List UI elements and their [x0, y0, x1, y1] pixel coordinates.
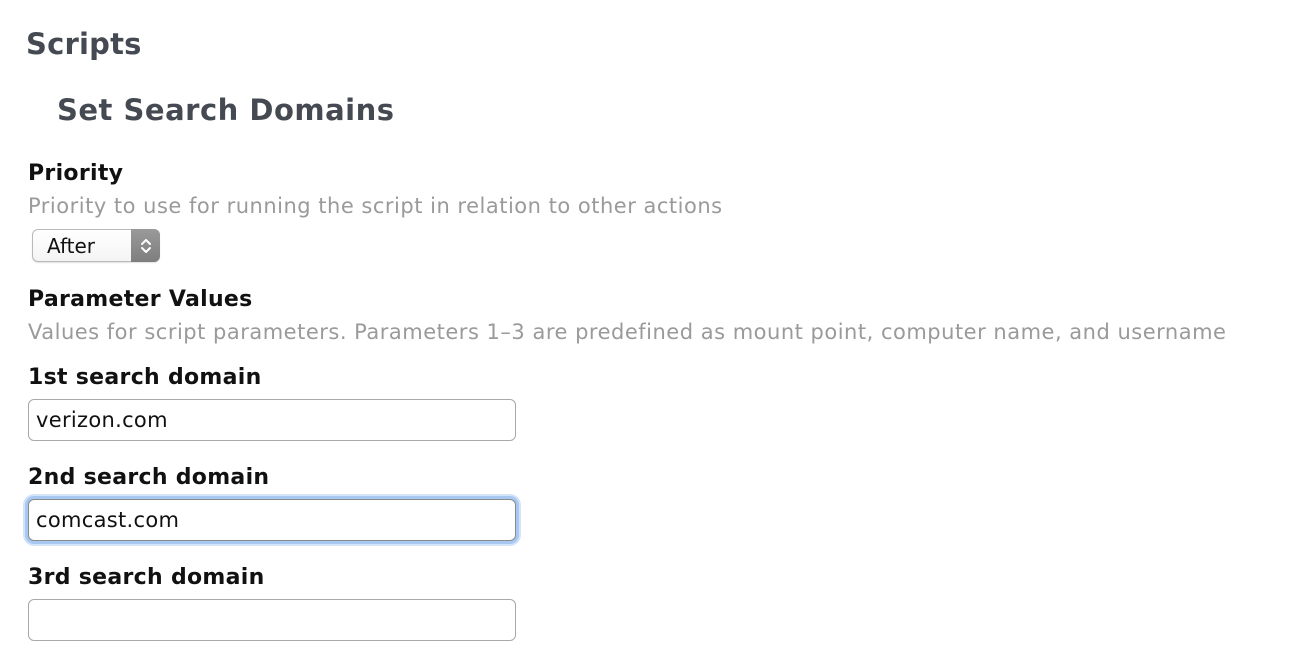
section-title: Scripts: [26, 27, 142, 61]
search-domain-2-label: 2nd search domain: [28, 465, 270, 490]
priority-label: Priority: [28, 161, 124, 186]
parameter-values-description: Values for script parameters. Parameters…: [28, 320, 1227, 344]
search-domain-2-input[interactable]: [28, 499, 516, 541]
priority-description: Priority to use for running the script i…: [28, 194, 723, 218]
script-title: Set Search Domains: [57, 93, 395, 127]
script-settings-page: Scripts Set Search Domains Priority Prio…: [0, 0, 1316, 660]
search-domain-1-label: 1st search domain: [28, 365, 262, 390]
search-domain-3-label: 3rd search domain: [28, 565, 265, 590]
search-domain-3-input[interactable]: [28, 599, 516, 641]
parameter-values-label: Parameter Values: [28, 287, 253, 312]
priority-selected-value: After: [47, 234, 96, 258]
search-domain-1-input[interactable]: [28, 399, 516, 441]
priority-select[interactable]: After: [32, 229, 160, 262]
select-stepper-icon: [131, 229, 160, 262]
